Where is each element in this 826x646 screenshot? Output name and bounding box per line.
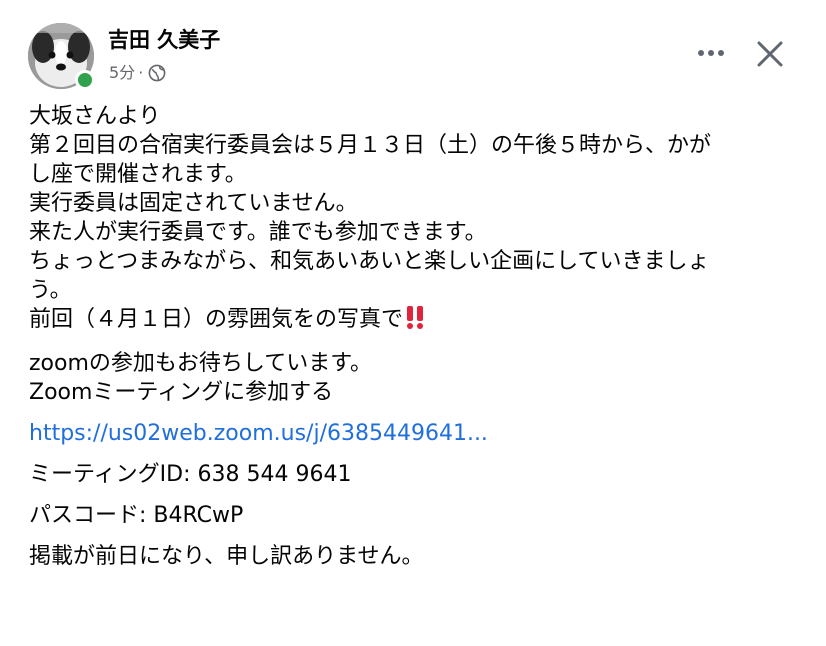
close-button[interactable] — [752, 36, 788, 72]
post-meta: 5分 · — [109, 62, 166, 84]
post-text-line-with-emoji: 前回（４月１日）の雰囲気をの写真で — [29, 305, 809, 337]
meta-separator: · — [138, 63, 144, 82]
zoom-text-line: zoomの参加もお待ちしています。 — [29, 351, 373, 376]
more-dot-icon — [698, 50, 704, 56]
facebook-post: 吉田 久美子 5分 · 大坂さんより 第２回目の合宿実行委員会は５月１３日（土）… — [0, 0, 826, 646]
more-dot-icon — [708, 50, 714, 56]
online-status-dot — [75, 70, 95, 90]
close-icon — [757, 41, 783, 67]
double-exclamation-icon — [405, 305, 425, 337]
post-text-line: 大坂さんより — [29, 104, 161, 129]
post-text-line: 前回（４月１日）の雰囲気をの写真で — [29, 307, 404, 332]
zoom-link-line: https://us02web.zoom.us/j/6385449641... — [29, 419, 809, 448]
post-time[interactable]: 5分 — [109, 62, 135, 84]
more-options-button[interactable] — [692, 37, 730, 69]
more-dot-icon — [718, 50, 724, 56]
post-text-line: 来た人が実行委員です。誰でも参加できます。 — [29, 220, 487, 245]
post-text-line: 実行委員は固定されていません。 — [29, 191, 358, 216]
post-text-line: し座で開催されます。 — [29, 162, 247, 187]
meeting-id-text: ミーティングID: 638 544 9641 — [29, 462, 352, 487]
passcode-text: パスコード: B4RCwP — [29, 503, 244, 528]
zoom-meeting-link[interactable]: https://us02web.zoom.us/j/6385449641... — [29, 421, 488, 446]
post-text-line: ちょっとつまみながら、和気あいあいと楽しい企画にしていきましょ — [29, 249, 710, 274]
post-text-line: 第２回目の合宿実行委員会は５月１３日（土）の午後５時から、かが — [29, 133, 712, 158]
globe-icon[interactable] — [148, 64, 166, 82]
post-body: 大坂さんより 第２回目の合宿実行委員会は５月１３日（土）の午後５時から、かが し… — [29, 102, 809, 571]
author-name[interactable]: 吉田 久美子 — [108, 26, 220, 54]
zoom-text-line: Zoomミーティングに参加する — [29, 380, 334, 405]
post-text-line: う。 — [29, 278, 72, 303]
author-avatar-container[interactable] — [28, 23, 95, 90]
closing-text: 掲載が前日になり、申し訳ありません。 — [29, 544, 424, 569]
